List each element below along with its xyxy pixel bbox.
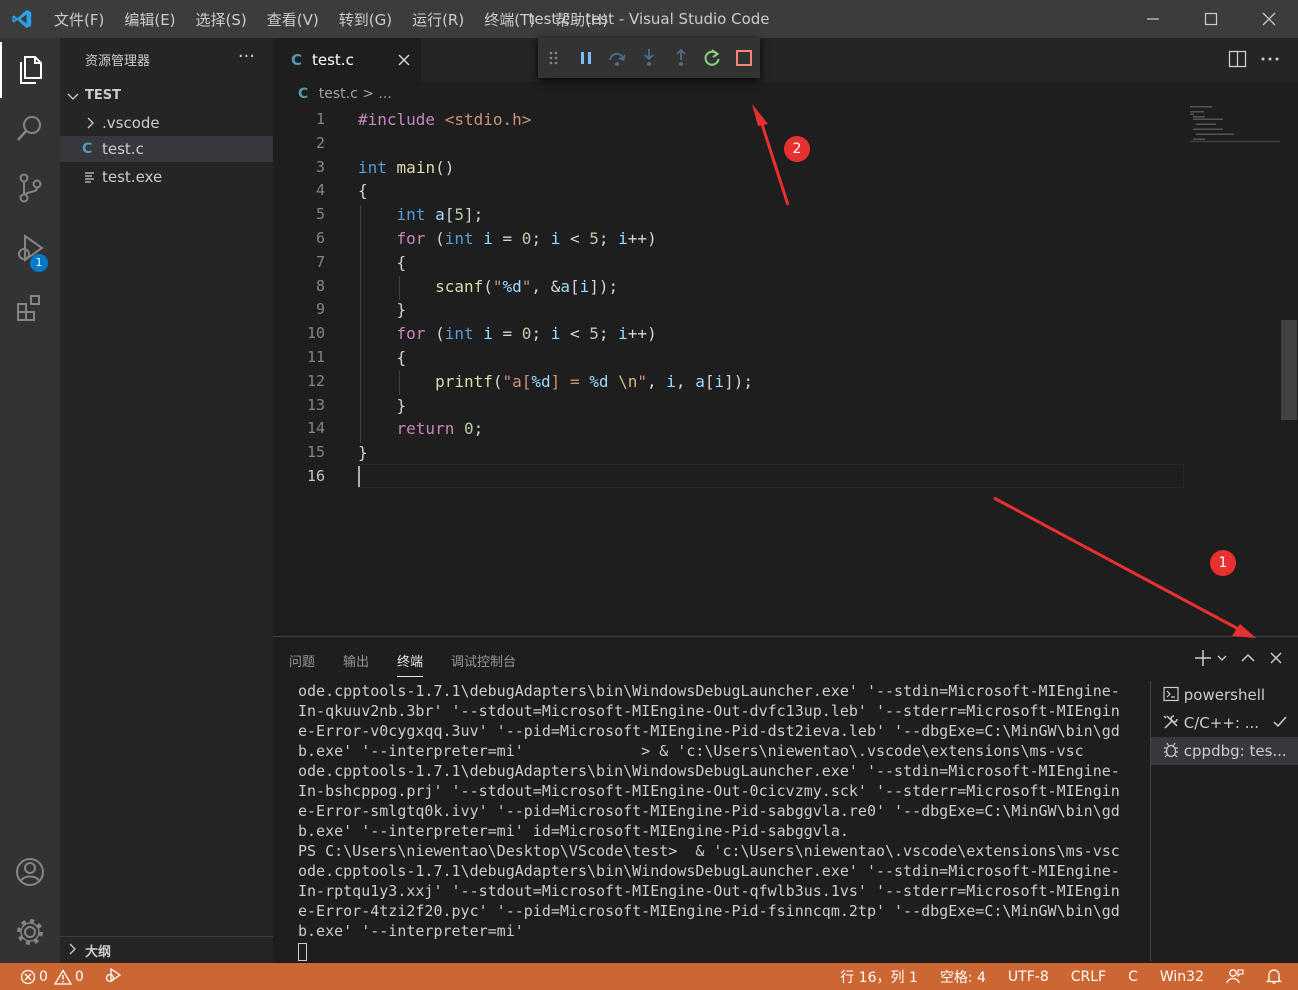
annotation-marker-1: 1 xyxy=(1210,550,1236,576)
annotation-marker-2: 2 xyxy=(784,136,810,162)
annotation-arrows xyxy=(752,104,1256,638)
